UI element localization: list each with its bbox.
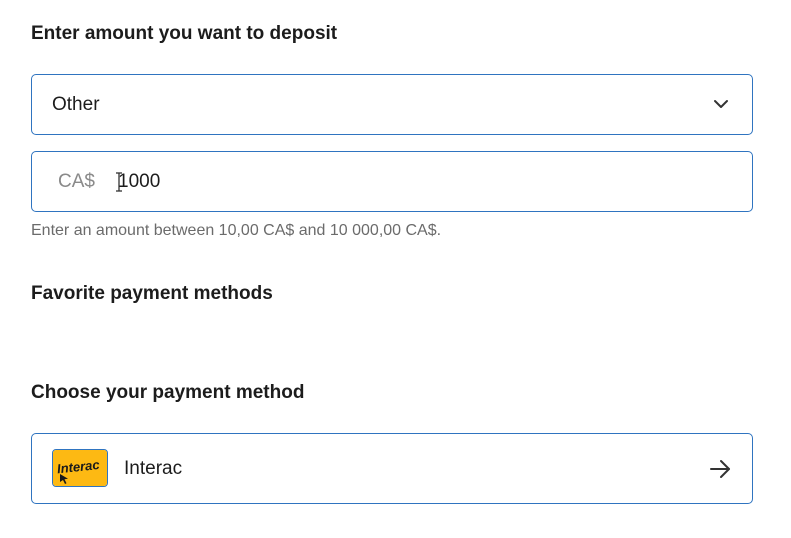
payment-method-label: Interac xyxy=(124,458,183,479)
interac-logo: Interac xyxy=(52,449,108,487)
payment-method-interac[interactable]: Interac Interac xyxy=(31,433,753,504)
favorites-heading: Favorite payment methods xyxy=(31,283,273,304)
select-value: Other xyxy=(52,94,100,115)
amount-input[interactable] xyxy=(118,166,678,198)
arrow-right-icon[interactable] xyxy=(708,458,732,480)
chevron-down-icon xyxy=(714,100,728,108)
amount-field[interactable]: CA$ xyxy=(31,151,753,212)
deposit-heading: Enter amount you want to deposit xyxy=(31,23,338,44)
amount-range-hint: Enter an amount between 10,00 CA$ and 10… xyxy=(31,222,442,239)
text-cursor-icon xyxy=(116,172,122,192)
currency-prefix: CA$ xyxy=(58,171,95,192)
deposit-amount-select[interactable]: Other xyxy=(31,74,753,135)
payment-heading: Choose your payment method xyxy=(31,382,305,403)
